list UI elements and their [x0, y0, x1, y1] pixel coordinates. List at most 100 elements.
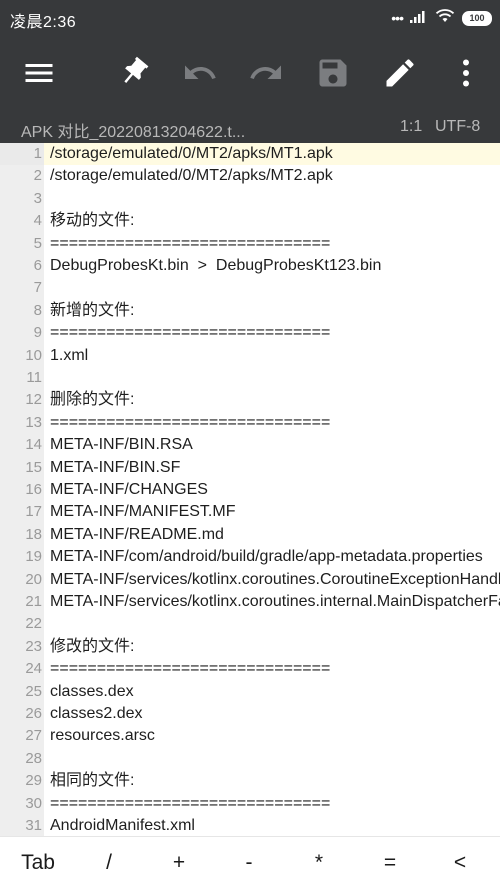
- editor-line[interactable]: 3: [0, 188, 500, 210]
- key-button[interactable]: Tab: [3, 837, 73, 890]
- toolbar: [0, 36, 500, 110]
- line-number: 17: [25, 503, 42, 521]
- key-button[interactable]: *: [284, 837, 354, 890]
- cellular-signal-icon: [410, 9, 428, 28]
- editor-line[interactable]: 31 AndroidManifest.xml: [0, 815, 500, 836]
- line-text[interactable]: 新增的文件:: [50, 300, 134, 322]
- line-number: 2: [33, 167, 42, 185]
- line-text[interactable]: ==============================: [50, 322, 330, 344]
- line-text[interactable]: ==============================: [50, 412, 330, 434]
- line-text[interactable]: META-INF/com/android/build/gradle/app-me…: [50, 546, 483, 568]
- line-text[interactable]: META-INF/BIN.RSA: [50, 434, 193, 456]
- editor-line[interactable]: 22: [0, 613, 500, 635]
- editor-line[interactable]: 4 移动的文件:: [0, 210, 500, 232]
- menu-icon[interactable]: [21, 55, 57, 91]
- editor-line[interactable]: 17 META-INF/MANIFEST.MF: [0, 501, 500, 523]
- key-button[interactable]: <: [425, 837, 495, 890]
- line-text[interactable]: META-INF/services/kotlinx.coroutines.Cor…: [50, 569, 500, 591]
- line-text[interactable]: ==============================: [50, 233, 330, 255]
- line-text[interactable]: META-INF/CHANGES: [50, 479, 208, 501]
- status-time: 凌晨2:36: [10, 14, 77, 31]
- cursor-position: 1:1: [400, 118, 423, 135]
- key-button[interactable]: =: [355, 837, 425, 890]
- line-text[interactable]: META-INF/MANIFEST.MF: [50, 501, 235, 523]
- editor-line[interactable]: 8 新增的文件:: [0, 300, 500, 322]
- line-text[interactable]: ==============================: [50, 793, 330, 815]
- line-text[interactable]: /storage/emulated/0/MT2/apks/MT2.apk: [50, 165, 333, 187]
- editor-line[interactable]: 5 ==============================: [0, 233, 500, 255]
- line-number: 20: [25, 570, 42, 588]
- line-text[interactable]: /storage/emulated/0/MT2/apks/MT1.apk: [50, 143, 333, 165]
- wifi-icon: [435, 8, 455, 28]
- line-number: 27: [25, 727, 42, 745]
- line-number: 19: [25, 548, 42, 566]
- editor-line[interactable]: 27 resources.arsc: [0, 725, 500, 747]
- editor-line[interactable]: 6 DebugProbesKt.bin > DebugProbesKt123.bi…: [0, 255, 500, 277]
- line-text[interactable]: resources.arsc: [50, 725, 155, 747]
- editor-line[interactable]: 18 META-INF/README.md: [0, 524, 500, 546]
- save-icon[interactable]: [315, 55, 351, 91]
- line-number: 13: [25, 413, 42, 431]
- line-number: 9: [33, 324, 42, 342]
- line-text[interactable]: 1.xml: [50, 345, 88, 367]
- editor-line[interactable]: 21 META-INF/services/kotlinx.coroutines.i…: [0, 591, 500, 613]
- line-number: 28: [25, 749, 42, 767]
- editor-line[interactable]: 9 ==============================: [0, 322, 500, 344]
- editor-line[interactable]: 30 ==============================: [0, 793, 500, 815]
- status-icons: ••• 100: [391, 9, 492, 27]
- more-icon[interactable]: [448, 55, 484, 91]
- status-bar: 凌晨2:36 ••• 100: [0, 0, 500, 36]
- line-text[interactable]: META-INF/services/kotlinx.coroutines.int…: [50, 591, 500, 613]
- editor-line[interactable]: 2/storage/emulated/0/MT2/apks/MT2.apk: [0, 165, 500, 187]
- line-number: 10: [25, 346, 42, 364]
- line-text[interactable]: META-INF/README.md: [50, 524, 224, 546]
- editor-line[interactable]: 1/storage/emulated/0/MT2/apks/MT1.apk: [0, 143, 500, 166]
- line-text[interactable]: ==============================: [50, 658, 330, 680]
- key-button[interactable]: +: [144, 837, 214, 890]
- editor-line[interactable]: 19 META-INF/com/android/build/gradle/app-…: [0, 546, 500, 568]
- editor-line[interactable]: 11: [0, 367, 500, 389]
- editor-line[interactable]: 7: [0, 277, 500, 299]
- editor-line[interactable]: 29 相同的文件:: [0, 770, 500, 792]
- editor-line[interactable]: 12 删除的文件:: [0, 389, 500, 411]
- line-text[interactable]: classes.dex: [50, 681, 134, 703]
- line-number: 26: [25, 705, 42, 722]
- editor-line[interactable]: 15 META-INF/BIN.SF: [0, 457, 500, 479]
- line-text[interactable]: 相同的文件:: [50, 770, 134, 792]
- redo-icon[interactable]: [248, 55, 284, 91]
- key-button[interactable]: /: [74, 837, 144, 890]
- undo-icon[interactable]: [182, 55, 218, 91]
- editor-line[interactable]: 28: [0, 748, 500, 770]
- line-text[interactable]: META-INF/BIN.SF: [50, 457, 180, 479]
- text-editor[interactable]: 1/storage/emulated/0/MT2/apks/MT1.apk 2/s…: [0, 143, 500, 836]
- line-number: 5: [33, 234, 42, 252]
- line-number: 21: [25, 593, 42, 610]
- line-number: 30: [25, 794, 42, 812]
- signal-dots-icon: •••: [391, 10, 404, 26]
- editor-line[interactable]: 20 META-INF/services/kotlinx.coroutines.C…: [0, 569, 500, 591]
- editor-line[interactable]: 13 ==============================: [0, 412, 500, 434]
- edit-icon[interactable]: [382, 55, 418, 91]
- pin-icon[interactable]: [115, 55, 151, 91]
- file-encoding[interactable]: UTF-8: [435, 118, 480, 136]
- line-number: 24: [25, 660, 42, 678]
- file-info-bar: APK 对比_20220813204622.t... 1:1 UTF-8: [0, 110, 500, 143]
- line-number: 1: [0, 143, 44, 166]
- line-number: 4: [33, 212, 42, 230]
- editor-line[interactable]: 14 META-INF/BIN.RSA: [0, 434, 500, 456]
- line-number: 6: [33, 257, 42, 274]
- key-button[interactable]: -: [214, 837, 284, 890]
- line-text[interactable]: classes2.dex: [50, 703, 143, 725]
- line-text[interactable]: 修改的文件:: [50, 636, 134, 658]
- editor-line[interactable]: 26 classes2.dex: [0, 703, 500, 725]
- line-text[interactable]: DebugProbesKt.bin > DebugProbesKt123.bin: [50, 255, 381, 277]
- line-text[interactable]: 删除的文件:: [50, 389, 134, 411]
- line-number: 15: [25, 458, 42, 476]
- editor-line[interactable]: 10 1.xml: [0, 345, 500, 367]
- line-text[interactable]: 移动的文件:: [50, 210, 134, 232]
- editor-line[interactable]: 24 ==============================: [0, 658, 500, 680]
- editor-line[interactable]: 23 修改的文件:: [0, 636, 500, 658]
- editor-line[interactable]: 16 META-INF/CHANGES: [0, 479, 500, 501]
- line-text[interactable]: AndroidManifest.xml: [50, 815, 195, 836]
- editor-line[interactable]: 25 classes.dex: [0, 681, 500, 703]
